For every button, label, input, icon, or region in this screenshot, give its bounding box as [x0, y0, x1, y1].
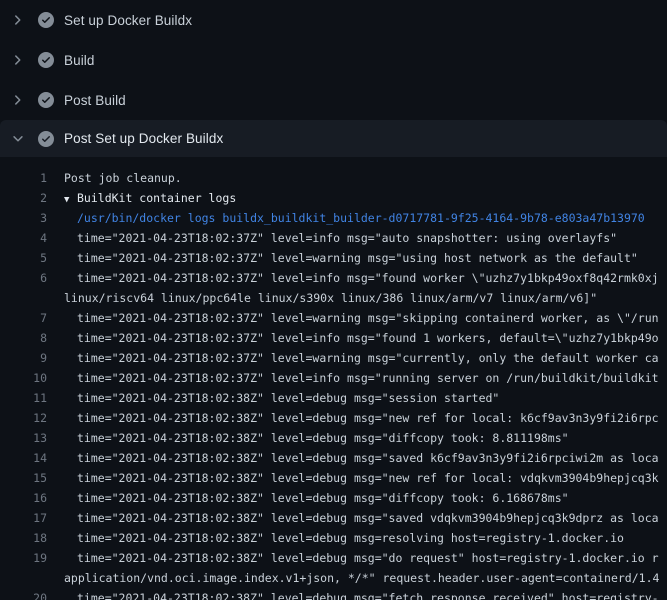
line-number[interactable]: 16: [0, 488, 47, 508]
log-line: 18time="2021-04-23T18:02:38Z" level=debu…: [0, 528, 667, 548]
log-text: Post job cleanup.: [47, 168, 182, 188]
log-text: time="2021-04-23T18:02:37Z" level=info m…: [47, 328, 659, 348]
log-text: time="2021-04-23T18:02:37Z" level=info m…: [47, 368, 659, 388]
log-line: 11time="2021-04-23T18:02:38Z" level=debu…: [0, 388, 667, 408]
log-text: time="2021-04-23T18:02:38Z" level=debug …: [47, 408, 659, 428]
triangle-down-icon: ▼: [64, 190, 77, 208]
log-text: time="2021-04-23T18:02:37Z" level=info m…: [47, 228, 617, 248]
line-number[interactable]: 3: [0, 208, 47, 228]
log-text: time="2021-04-23T18:02:38Z" level=debug …: [47, 588, 659, 600]
step-title: Post Set up Docker Buildx: [64, 131, 223, 146]
line-number[interactable]: 17: [0, 508, 47, 528]
line-number[interactable]: 10: [0, 368, 47, 388]
log-line: 6time="2021-04-23T18:02:37Z" level=info …: [0, 268, 667, 288]
log-area: 1Post job cleanup.2▼BuildKit container l…: [0, 157, 667, 600]
step-title: Set up Docker Buildx: [64, 13, 192, 28]
log-line: 4time="2021-04-23T18:02:37Z" level=info …: [0, 228, 667, 248]
line-number[interactable]: 13: [0, 428, 47, 448]
log-text: linux/riscv64 linux/ppc64le linux/s390x …: [47, 288, 597, 308]
log-line: 2▼BuildKit container logs: [0, 188, 667, 208]
line-number[interactable]: 7: [0, 308, 47, 328]
log-text: time="2021-04-23T18:02:37Z" level=info m…: [47, 268, 659, 288]
log-line: 14time="2021-04-23T18:02:38Z" level=debu…: [0, 448, 667, 468]
log-command-text: /usr/bin/docker logs buildx_buildkit_bui…: [47, 208, 645, 228]
step-title: Build: [64, 53, 95, 68]
log-line: 7time="2021-04-23T18:02:37Z" level=warni…: [0, 308, 667, 328]
step-title: Post Build: [64, 93, 126, 108]
check-circle-icon: [38, 131, 54, 147]
line-number[interactable]: 8: [0, 328, 47, 348]
line-number[interactable]: 18: [0, 528, 47, 548]
log-text: time="2021-04-23T18:02:38Z" level=debug …: [47, 448, 659, 468]
log-line: 5time="2021-04-23T18:02:37Z" level=warni…: [0, 248, 667, 268]
log-text: time="2021-04-23T18:02:38Z" level=debug …: [47, 528, 624, 548]
line-number[interactable]: 14: [0, 448, 47, 468]
log-line: application/vnd.oci.image.index.v1+json,…: [0, 568, 667, 588]
check-circle-icon: [38, 12, 54, 28]
step-section-build[interactable]: Build: [0, 40, 667, 80]
line-number[interactable]: 9: [0, 348, 47, 368]
log-line: 19time="2021-04-23T18:02:38Z" level=debu…: [0, 548, 667, 568]
log-line: 13time="2021-04-23T18:02:38Z" level=debu…: [0, 428, 667, 448]
chevron-right-icon: [11, 53, 25, 67]
log-text: time="2021-04-23T18:02:38Z" level=debug …: [47, 428, 569, 448]
step-section-post-build[interactable]: Post Build: [0, 80, 667, 120]
log-line: 16time="2021-04-23T18:02:38Z" level=debu…: [0, 488, 667, 508]
steps-list: Set up Docker Buildx Build Post Build Post …: [0, 0, 667, 157]
log-text: time="2021-04-23T18:02:38Z" level=debug …: [47, 488, 569, 508]
log-text: time="2021-04-23T18:02:38Z" level=debug …: [47, 468, 659, 488]
log-text: application/vnd.oci.image.index.v1+json,…: [47, 568, 659, 588]
step-section-post-set-up-docker-buildx[interactable]: Post Set up Docker Buildx: [0, 120, 667, 157]
log-text: time="2021-04-23T18:02:38Z" level=debug …: [47, 388, 499, 408]
step-section-set-up-docker-buildx[interactable]: Set up Docker Buildx: [0, 0, 667, 40]
line-number[interactable]: 15: [0, 468, 47, 488]
chevron-right-icon: [11, 13, 25, 27]
log-text: time="2021-04-23T18:02:37Z" level=warnin…: [47, 308, 659, 328]
log-line: 20time="2021-04-23T18:02:38Z" level=debu…: [0, 588, 667, 600]
line-number[interactable]: 4: [0, 228, 47, 248]
line-number[interactable]: 12: [0, 408, 47, 428]
log-line: 8time="2021-04-23T18:02:37Z" level=info …: [0, 328, 667, 348]
line-number[interactable]: 20: [0, 588, 47, 600]
check-circle-icon: [38, 52, 54, 68]
log-line: 12time="2021-04-23T18:02:38Z" level=debu…: [0, 408, 667, 428]
log-line: 10time="2021-04-23T18:02:37Z" level=info…: [0, 368, 667, 388]
log-group-toggle[interactable]: ▼BuildKit container logs: [47, 188, 236, 208]
log-text: time="2021-04-23T18:02:37Z" level=warnin…: [47, 348, 659, 368]
line-number[interactable]: 2: [0, 188, 47, 208]
log-text: time="2021-04-23T18:02:38Z" level=debug …: [47, 508, 659, 528]
workflow-log-viewer: Set up Docker Buildx Build Post Build Post …: [0, 0, 667, 600]
log-text: time="2021-04-23T18:02:38Z" level=debug …: [47, 548, 659, 568]
log-line: 9time="2021-04-23T18:02:37Z" level=warni…: [0, 348, 667, 368]
chevron-right-icon: [11, 93, 25, 107]
log-line: 15time="2021-04-23T18:02:38Z" level=debu…: [0, 468, 667, 488]
check-circle-icon: [38, 92, 54, 108]
log-line: 1Post job cleanup.: [0, 168, 667, 188]
line-number[interactable]: 1: [0, 168, 47, 188]
log-text: time="2021-04-23T18:02:37Z" level=warnin…: [47, 248, 638, 268]
log-line: 3/usr/bin/docker logs buildx_buildkit_bu…: [0, 208, 667, 228]
line-number[interactable]: 6: [0, 268, 47, 288]
log-line: linux/riscv64 linux/ppc64le linux/s390x …: [0, 288, 667, 308]
line-number[interactable]: 19: [0, 548, 47, 568]
log-line: 17time="2021-04-23T18:02:38Z" level=debu…: [0, 508, 667, 528]
chevron-down-icon: [11, 132, 25, 146]
line-number[interactable]: 5: [0, 248, 47, 268]
line-number[interactable]: 11: [0, 388, 47, 408]
